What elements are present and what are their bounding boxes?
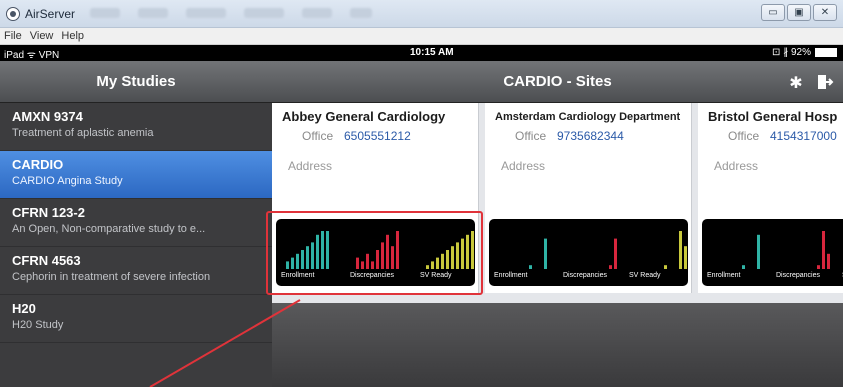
office-label: Office <box>515 129 547 143</box>
chart-label-discrepancies: Discrepancies <box>563 272 607 279</box>
office-label: Office <box>728 129 760 143</box>
site-name: Bristol General Hosp <box>708 109 838 124</box>
minimize-button[interactable]: ▭ <box>761 4 785 21</box>
my-studies-panel: My Studies AMXN 9374 Treatment of aplast… <box>0 61 272 387</box>
study-item-cardio[interactable]: CARDIO CARDIO Angina Study <box>0 151 272 199</box>
site-card-amsterdam[interactable]: Amsterdam Cardiology Department Office 9… <box>485 103 692 293</box>
bar-enrollment <box>529 265 532 269</box>
logout-icon[interactable] <box>816 73 834 91</box>
site-name: Amsterdam Cardiology Department <box>495 111 681 123</box>
address-label: Address <box>714 159 759 173</box>
menu-file[interactable]: File <box>4 28 22 44</box>
study-name: CFRN 4563 <box>12 253 81 268</box>
office-phone[interactable]: 4154317000 <box>770 129 837 143</box>
study-item-cfrn-123-2[interactable]: CFRN 123-2 An Open, Non-comparative stud… <box>0 199 272 247</box>
bar-enrollment <box>544 238 547 269</box>
study-name: H20 <box>12 301 36 316</box>
bar-discrepancies <box>817 265 820 269</box>
chart-label-discrepancies: Discrepancies <box>776 272 820 279</box>
study-name: CARDIO <box>12 157 64 172</box>
site-metrics-chart[interactable]: Enrollment Discrepancies SV Ready <box>489 219 688 286</box>
title-bar: AirServer ▭ ▣ ✕ <box>0 0 843 28</box>
airserver-window: AirServer ▭ ▣ ✕ File View Help iPad ᯤ VP… <box>0 0 843 387</box>
address-label: Address <box>288 159 333 173</box>
study-item-amxn-9374[interactable]: AMXN 9374 Treatment of aplastic anemia <box>0 103 272 151</box>
bottom-strip <box>272 303 843 387</box>
status-time: 10:15 AM <box>410 47 454 58</box>
sites-header: CARDIO - Sites ✱ <box>272 61 843 103</box>
window-controls: ▭ ▣ ✕ <box>761 4 837 21</box>
status-battery-area: ⊡ ∦ 92% <box>772 47 837 58</box>
close-button[interactable]: ✕ <box>813 4 837 21</box>
airserver-logo-icon <box>6 7 20 21</box>
site-name: Abbey General Cardiology <box>282 109 446 124</box>
my-studies-title: My Studies <box>0 61 272 103</box>
bar-discrepancies <box>614 238 617 269</box>
study-desc: H20 Study <box>12 319 64 331</box>
chart-highlight-annotation <box>266 211 483 295</box>
study-desc: Treatment of aplastic anemia <box>12 127 154 139</box>
maximize-button[interactable]: ▣ <box>787 4 811 21</box>
address-label: Address <box>501 159 546 173</box>
site-card-bristol[interactable]: Bristol General Hosp Office 4154317000 A… <box>698 103 843 293</box>
bar-discrepancies <box>822 231 825 269</box>
bar-discrepancies <box>827 253 830 269</box>
blurred-taskbar-tabs <box>90 8 372 18</box>
bar-enrollment <box>757 234 760 269</box>
office-label: Office <box>302 129 334 143</box>
bar-enrollment <box>742 265 745 269</box>
study-list: AMXN 9374 Treatment of aplastic anemia C… <box>0 103 272 343</box>
gear-icon[interactable]: ✱ <box>787 73 805 92</box>
study-item-cfrn-4563[interactable]: CFRN 4563 Cephorin in treatment of sever… <box>0 247 272 295</box>
battery-percent: ⊡ ∦ 92% <box>772 47 811 58</box>
chart-label-enrollment: Enrollment <box>707 272 741 279</box>
ipad-status-bar: iPad ᯤ VPN 10:15 AM ⊡ ∦ 92% <box>0 45 843 61</box>
menu-view[interactable]: View <box>30 28 54 44</box>
chart-label-sv-ready: SV Ready <box>629 272 661 279</box>
battery-icon <box>815 48 837 57</box>
study-desc: An Open, Non-comparative study to e... <box>12 223 206 235</box>
study-item-h20[interactable]: H20 H20 Study <box>0 295 272 343</box>
sites-title: CARDIO - Sites <box>503 73 612 90</box>
office-phone[interactable]: 9735682344 <box>557 129 624 143</box>
bar-sv-ready <box>679 231 682 269</box>
site-metrics-chart[interactable]: Enrollment Discrepancies S <box>702 219 843 286</box>
status-carrier: iPad ᯤ VPN <box>4 50 60 61</box>
window-title: AirServer <box>25 7 76 21</box>
chart-label-enrollment: Enrollment <box>494 272 528 279</box>
bar-sv-ready <box>684 246 687 269</box>
menu-bar: File View Help <box>0 28 843 45</box>
bar-sv-ready <box>664 265 667 269</box>
office-phone[interactable]: 6505551212 <box>344 129 411 143</box>
bar-discrepancies <box>609 265 612 269</box>
study-desc: Cephorin in treatment of severe infectio… <box>12 271 211 283</box>
study-name: AMXN 9374 <box>12 109 83 124</box>
menu-help[interactable]: Help <box>61 28 84 44</box>
study-name: CFRN 123-2 <box>12 205 85 220</box>
study-desc: CARDIO Angina Study <box>12 175 123 187</box>
